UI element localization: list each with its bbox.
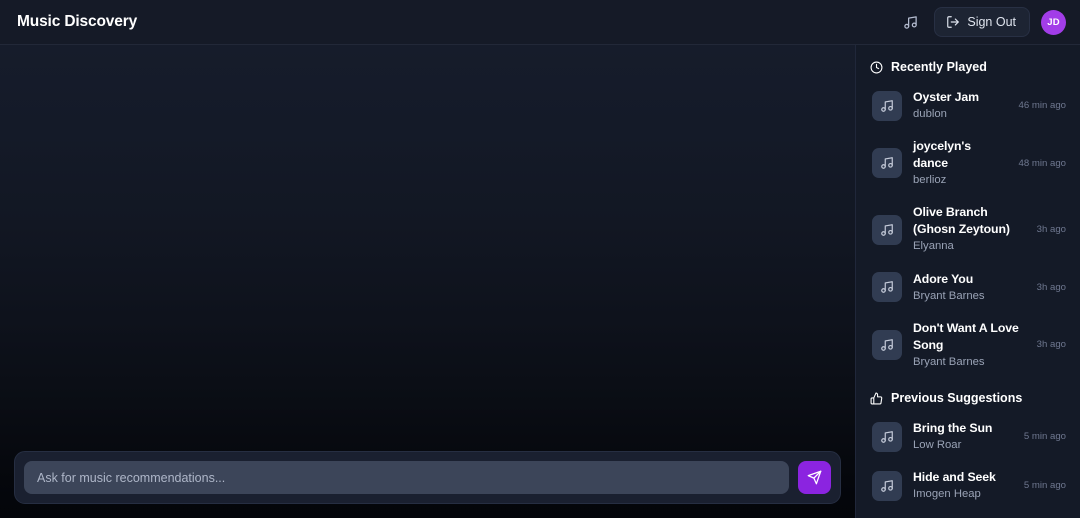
track-title: Oyster Jam [913,90,979,104]
avatar[interactable]: JD [1041,9,1066,35]
sidebar-section-previous-suggestions-header: Previous Suggestions [856,378,1080,412]
app-body: Recently Played Oyster Jam dublon 46 min… [0,45,1080,518]
list-item[interactable]: Oyster Jam dublon 46 min ago [856,81,1080,130]
track-time: 5 min ago [1023,480,1066,492]
send-button[interactable] [798,461,831,494]
list-item[interactable]: Adore You Bryant Barnes 3h ago [856,263,1080,312]
track-title: Hide and Seek [913,470,996,485]
music-note-icon [872,329,902,360]
track-title: Don't Want A Love Song [913,320,1019,352]
music-discovery-app: Music Discovery Sign Out JD Ask for musi… [0,0,1080,518]
music-note-icon [872,272,902,303]
track-artist: dublon [913,107,947,120]
sidebar[interactable]: Recently Played Oyster Jam dublon 46 min… [856,45,1080,518]
sign-out-button[interactable]: Sign Out [934,7,1030,37]
music-note-icon [872,470,902,501]
track-artist: Imogen Heap [913,488,981,501]
music-note-icon[interactable] [897,9,923,35]
music-note-icon [872,421,902,452]
track-time: 3h ago [1036,339,1066,351]
track-time: 5 min ago [1023,431,1066,443]
track-artist: berlioz [913,174,947,187]
track-title: joycelyn's dance [913,139,971,171]
track-title: Olive Branch (Ghosn Zeytoun) [913,205,1010,237]
chat-input[interactable] [24,461,789,494]
sign-out-label: Sign Out [967,14,1016,29]
list-item[interactable]: Bring the Sun Low Roar 5 min ago [856,412,1080,461]
track-title: Adore You [913,271,974,286]
track-title: Bring the Sun [913,421,993,435]
section-title: Recently Played [891,60,987,74]
page-title: Music Discovery [17,13,138,30]
track-artist: Bryant Barnes [913,289,985,302]
list-item[interactable]: joycelyn's dance berlioz 48 min ago [856,130,1080,196]
track-info: Adore You Bryant Barnes [913,271,1026,304]
list-item[interactable]: Hide and Seek Imogen Heap 5 min ago [856,461,1080,510]
track-artist: Bryant Barnes [913,355,985,368]
track-artist: Low Roar [913,438,962,451]
track-info: Don't Want A Love Song Bryant Barnes [913,320,1026,370]
music-note-icon [872,148,902,179]
track-info: Bring the Sun Low Roar [913,420,1013,453]
section-title: Previous Suggestions [891,391,1023,405]
track-artist: Elyanna [913,240,954,253]
composer [14,451,841,504]
track-time: 3h ago [1036,281,1066,293]
sidebar-section-recently-played-header: Recently Played [856,45,1080,81]
logout-icon [946,15,960,29]
thumbs-up-icon [870,392,883,405]
composer-wrapper [0,442,855,518]
send-paper-plane-icon [807,470,822,485]
track-time: 3h ago [1036,224,1066,235]
track-time: 46 min ago [1018,100,1066,112]
track-info: Hide and Seek Imogen Heap [913,469,1013,502]
track-info: Oyster Jam dublon [913,89,1008,122]
music-note-icon [872,214,902,245]
header-actions: Sign Out JD [897,7,1066,37]
track-info: joycelyn's dance berlioz [913,138,1008,188]
track-time: 48 min ago [1018,157,1066,169]
list-item[interactable]: Don't Want A Love Song Bryant Barnes 3h … [856,312,1080,378]
track-info: Olive Branch (Ghosn Zeytoun) Elyanna [913,204,1026,254]
list-item[interactable]: Olive Branch (Ghosn Zeytoun) Elyanna 3h … [856,196,1080,262]
chat-panel [0,45,856,518]
clock-icon [870,61,883,74]
music-note-icon [872,90,902,121]
app-header: Music Discovery Sign Out JD [0,0,1080,45]
message-list [0,45,855,442]
